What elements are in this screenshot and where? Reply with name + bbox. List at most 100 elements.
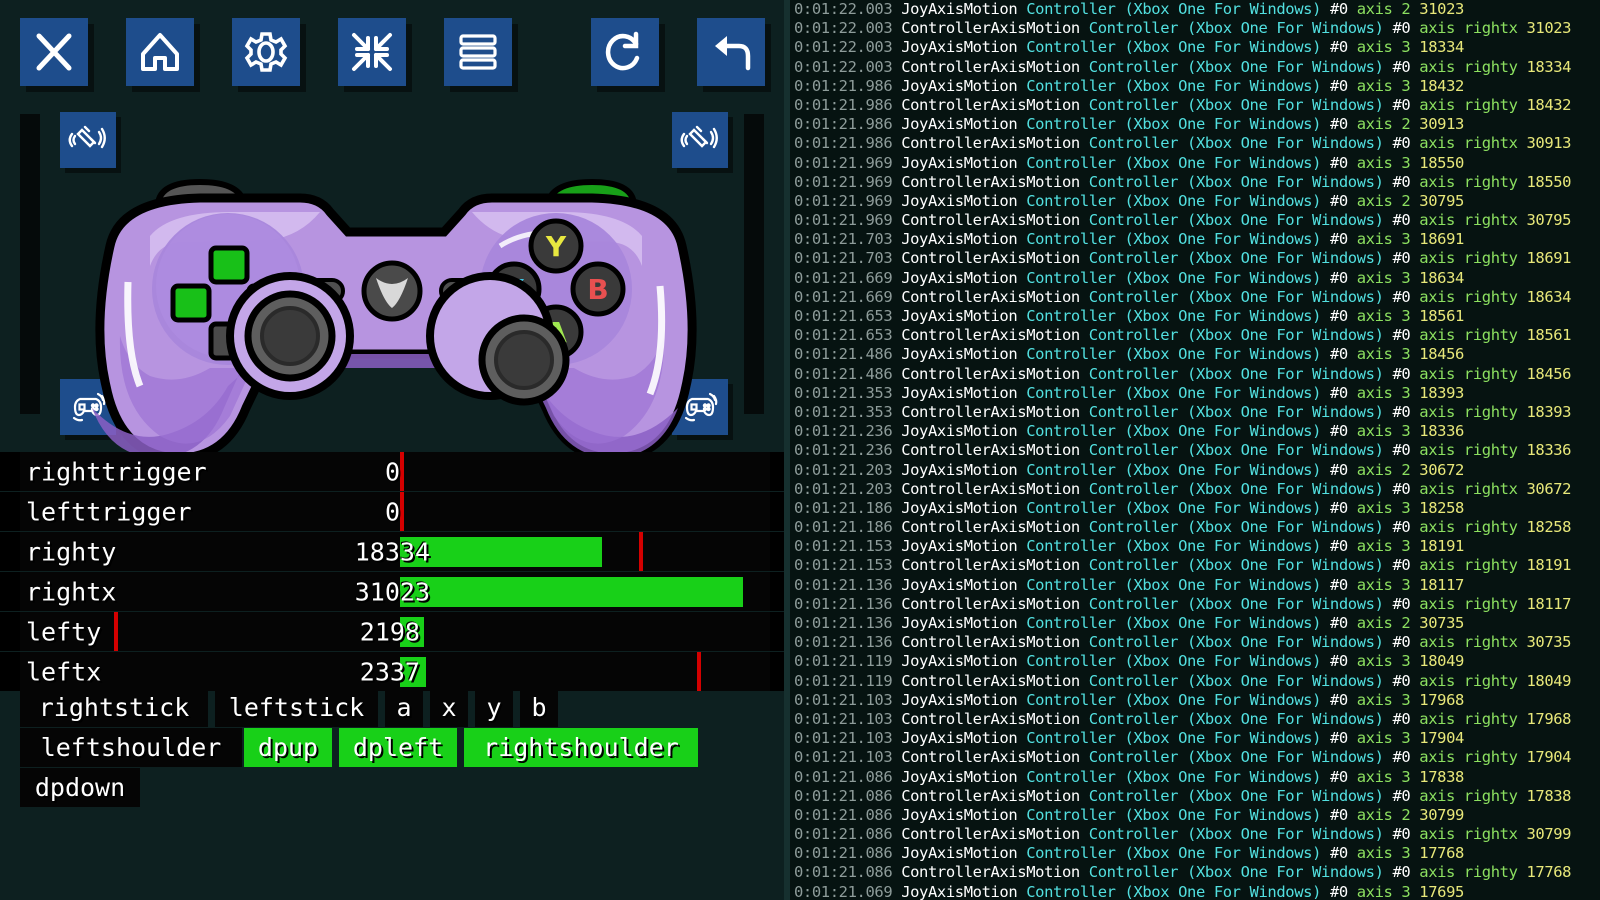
log-device-name: Controller (Xbox One For Windows) <box>1026 806 1321 824</box>
log-device-name: Controller (Xbox One For Windows) <box>1089 326 1384 344</box>
log-axis-name: axis 3 <box>1357 768 1411 786</box>
log-device-name: Controller (Xbox One For Windows) <box>1026 844 1321 862</box>
log-device-name: Controller (Xbox One For Windows) <box>1026 77 1321 95</box>
log-line: 0:01:21.086 ControllerAxisMotion Control… <box>790 787 1600 806</box>
log-axis-name: axis righty <box>1419 863 1517 881</box>
log-line: 0:01:21.969 JoyAxisMotion Controller (Xb… <box>790 192 1600 211</box>
back-button[interactable] <box>697 18 765 86</box>
log-axis-name: axis 2 <box>1357 115 1411 133</box>
log-event-name: JoyAxisMotion <box>901 614 1017 632</box>
button-b-graphic: B <box>573 264 623 314</box>
log-timestamp: 0:01:21.486 <box>794 365 892 383</box>
log-axis-value: 18432 <box>1526 96 1571 114</box>
log-timestamp: 0:01:21.986 <box>794 96 892 114</box>
log-line: 0:01:21.136 JoyAxisMotion Controller (Xb… <box>790 614 1600 633</box>
button-chip-dpdown: dpdown <box>20 768 140 807</box>
log-event-name: JoyAxisMotion <box>901 384 1017 402</box>
log-axis-name: axis 3 <box>1357 230 1411 248</box>
log-axis-value: 18258 <box>1526 518 1571 536</box>
refresh-icon <box>603 30 647 74</box>
toolbar <box>0 0 784 100</box>
log-axis-name: axis righty <box>1419 441 1517 459</box>
log-device-index: #0 <box>1392 748 1410 766</box>
log-axis-name: axis rightx <box>1419 480 1517 498</box>
button-chip-rightshoulder: rightshoulder <box>464 728 698 767</box>
log-event-name: JoyAxisMotion <box>901 115 1017 133</box>
log-axis-value: 18691 <box>1526 249 1571 267</box>
refresh-button[interactable] <box>591 18 659 86</box>
back-arrow-icon <box>709 30 753 74</box>
event-log-panel[interactable]: 0:01:22.003 JoyAxisMotion Controller (Xb… <box>790 0 1600 900</box>
log-axis-name: axis 3 <box>1357 154 1411 172</box>
log-timestamp: 0:01:21.353 <box>794 403 892 421</box>
log-axis-name: axis 3 <box>1357 38 1411 56</box>
log-timestamp: 0:01:21.969 <box>794 173 892 191</box>
log-axis-value: 30799 <box>1526 825 1571 843</box>
log-device-name: Controller (Xbox One For Windows) <box>1026 576 1321 594</box>
log-axis-value: 30735 <box>1419 614 1464 632</box>
log-timestamp: 0:01:21.669 <box>794 288 892 306</box>
axis-peak-marker <box>400 492 404 531</box>
close-button[interactable] <box>20 18 88 86</box>
log-axis-name: axis righty <box>1419 556 1517 574</box>
gear-icon <box>244 30 288 74</box>
log-event-name: JoyAxisMotion <box>901 768 1017 786</box>
log-axis-value: 30913 <box>1419 115 1464 133</box>
log-device-name: Controller (Xbox One For Windows) <box>1089 595 1384 613</box>
log-line: 0:01:21.186 ControllerAxisMotion Control… <box>790 518 1600 537</box>
log-event-name: JoyAxisMotion <box>901 77 1017 95</box>
log-timestamp: 0:01:21.119 <box>794 652 892 670</box>
log-timestamp: 0:01:21.086 <box>794 863 892 881</box>
log-device-name: Controller (Xbox One For Windows) <box>1026 307 1321 325</box>
log-device-name: Controller (Xbox One For Windows) <box>1089 441 1384 459</box>
axis-fill-bar <box>400 537 602 567</box>
log-device-name: Controller (Xbox One For Windows) <box>1026 729 1321 747</box>
log-axis-value: 30735 <box>1526 633 1571 651</box>
log-device-name: Controller (Xbox One For Windows) <box>1089 288 1384 306</box>
list-button[interactable] <box>444 18 512 86</box>
log-device-name: Controller (Xbox One For Windows) <box>1026 269 1321 287</box>
log-event-name: ControllerAxisMotion <box>901 58 1080 76</box>
log-device-index: #0 <box>1330 115 1348 133</box>
log-timestamp: 0:01:21.236 <box>794 441 892 459</box>
log-device-name: Controller (Xbox One For Windows) <box>1026 652 1321 670</box>
log-device-name: Controller (Xbox One For Windows) <box>1089 518 1384 536</box>
log-device-name: Controller (Xbox One For Windows) <box>1089 134 1384 152</box>
log-event-name: JoyAxisMotion <box>901 652 1017 670</box>
log-axis-value: 18191 <box>1526 556 1571 574</box>
settings-button[interactable] <box>232 18 300 86</box>
log-axis-name: axis righty <box>1419 518 1517 536</box>
log-device-index: #0 <box>1392 825 1410 843</box>
log-timestamp: 0:01:21.186 <box>794 518 892 536</box>
log-device-name: Controller (Xbox One For Windows) <box>1089 365 1384 383</box>
collapse-button[interactable] <box>338 18 406 86</box>
log-device-name: Controller (Xbox One For Windows) <box>1026 230 1321 248</box>
log-event-name: JoyAxisMotion <box>901 422 1017 440</box>
log-device-index: #0 <box>1330 576 1348 594</box>
log-event-name: JoyAxisMotion <box>901 192 1017 210</box>
log-line: 0:01:21.653 JoyAxisMotion Controller (Xb… <box>790 307 1600 326</box>
log-axis-name: axis 3 <box>1357 537 1411 555</box>
log-line: 0:01:21.136 ControllerAxisMotion Control… <box>790 633 1600 652</box>
log-timestamp: 0:01:21.353 <box>794 384 892 402</box>
log-axis-name: axis righty <box>1419 173 1517 191</box>
log-line: 0:01:21.236 ControllerAxisMotion Control… <box>790 441 1600 460</box>
log-axis-value: 30799 <box>1419 806 1464 824</box>
log-axis-value: 18550 <box>1526 173 1571 191</box>
log-axis-name: axis 3 <box>1357 345 1411 363</box>
log-event-name: JoyAxisMotion <box>901 307 1017 325</box>
log-timestamp: 0:01:21.086 <box>794 787 892 805</box>
axis-value: 0 <box>385 457 400 486</box>
log-axis-name: axis righty <box>1419 96 1517 114</box>
log-device-index: #0 <box>1330 844 1348 862</box>
log-axis-value: 17838 <box>1419 768 1464 786</box>
log-axis-value: 17768 <box>1526 863 1571 881</box>
button-chip-leftstick: leftstick <box>215 688 378 727</box>
controller-graphic: Y X B A <box>0 86 784 486</box>
log-axis-value: 30913 <box>1526 134 1571 152</box>
log-axis-name: axis righty <box>1419 748 1517 766</box>
home-button[interactable] <box>126 18 194 86</box>
axis-label: righttrigger <box>26 457 207 486</box>
log-line: 0:01:21.986 JoyAxisMotion Controller (Xb… <box>790 77 1600 96</box>
log-axis-value: 17968 <box>1419 691 1464 709</box>
